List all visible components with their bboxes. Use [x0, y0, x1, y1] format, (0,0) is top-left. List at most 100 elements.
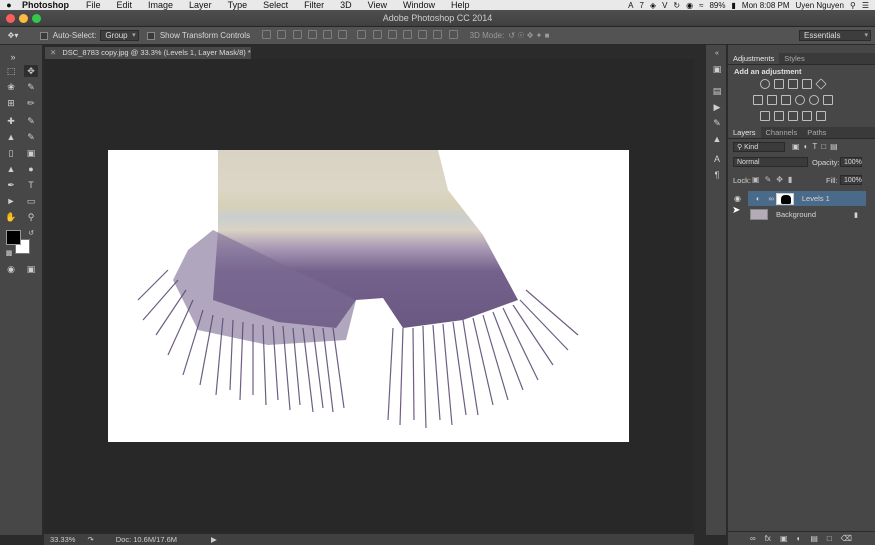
auto-select-dropdown[interactable]: Group [100, 30, 139, 41]
visibility-eye-icon[interactable]: ◉ [734, 194, 741, 203]
clock[interactable]: Mon 8:08 PM [742, 1, 790, 10]
link-layers-icon[interactable]: ∞ [750, 534, 756, 543]
canvas-area[interactable] [44, 59, 694, 533]
layer-filter-dropdown[interactable]: ⚲ Kind [733, 142, 785, 152]
auto-align-icon[interactable] [448, 30, 458, 39]
lasso-tool-icon[interactable]: ❀ [4, 81, 18, 93]
notification-center-icon[interactable]: ☰ [862, 1, 869, 10]
brush-panel-icon[interactable]: ✎ [711, 117, 723, 129]
opacity-field[interactable]: 100% [840, 157, 862, 167]
tab-layers[interactable]: Layers [728, 127, 761, 138]
document-canvas[interactable] [108, 150, 629, 442]
type-tool-icon[interactable]: T [24, 179, 38, 191]
lock-transparent-icon[interactable]: ▣ [752, 175, 765, 184]
user-name[interactable]: Uyen Nguyen [795, 1, 843, 10]
foreground-color-swatch[interactable] [6, 230, 21, 245]
posterize-icon[interactable] [774, 111, 784, 121]
3d-scale-icon[interactable]: ■ [545, 31, 550, 40]
panel-collapse-icon[interactable]: » [6, 51, 20, 63]
layer-name[interactable]: Background [776, 210, 816, 219]
vibrance-icon[interactable] [815, 78, 827, 90]
exposure-icon[interactable] [802, 79, 812, 89]
layer-row-levels[interactable]: ◐ ∞ Levels 1 [748, 191, 866, 206]
align-bottom-icon[interactable] [292, 30, 302, 39]
black-white-icon[interactable] [781, 95, 791, 105]
new-group-icon[interactable]: ▤ [810, 534, 818, 543]
blur-tool-icon[interactable]: ▲ [4, 163, 18, 175]
new-adjustment-icon[interactable]: ◐ [797, 534, 802, 543]
paragraph-icon[interactable]: ¶ [711, 169, 723, 181]
filter-smart-icon[interactable]: ▤ [830, 142, 842, 151]
lock-image-icon[interactable]: ✎ [765, 175, 777, 184]
actions-icon[interactable]: ▶ [711, 101, 723, 113]
bluetooth-icon[interactable]: ◈ [650, 1, 656, 10]
selective-color-icon[interactable] [802, 111, 812, 121]
3d-roll-icon[interactable]: ☉ [517, 31, 524, 40]
filter-pixel-icon[interactable]: ▣ [792, 142, 804, 151]
swap-colors-icon[interactable]: ↺ [24, 227, 38, 239]
distribute-vcenter-icon[interactable] [372, 30, 382, 39]
marquee-tool-icon[interactable]: ⬚ [4, 65, 18, 77]
adobe-icon[interactable]: A [628, 1, 633, 10]
clone-stamp-tool-icon[interactable]: ▲ [4, 131, 18, 143]
eraser-tool-icon[interactable]: ▯ [4, 147, 18, 159]
character-icon[interactable]: A [711, 153, 723, 165]
filter-type-icon[interactable]: T [812, 142, 821, 151]
layer-style-icon[interactable]: fx [765, 534, 771, 543]
blend-mode-dropdown[interactable]: Normal [733, 157, 808, 167]
move-tool-preset-icon[interactable]: ✥▾ [0, 31, 26, 40]
time-machine-icon[interactable]: ◉ [686, 1, 693, 10]
auto-select-checkbox[interactable] [40, 31, 48, 40]
healing-brush-tool-icon[interactable]: ✚ [4, 115, 18, 127]
menu-select[interactable]: Select [255, 0, 296, 10]
lock-all-icon[interactable]: ▮ [788, 175, 797, 184]
menu-help[interactable]: Help [443, 0, 478, 10]
align-left-icon[interactable] [307, 30, 317, 39]
rectangle-tool-icon[interactable]: ▭ [24, 195, 38, 207]
collapse-strip-icon[interactable]: « [711, 47, 723, 59]
quick-mask-icon[interactable]: ◉ [4, 263, 18, 275]
default-colors-icon[interactable]: ▩ [2, 247, 16, 259]
hand-tool-icon[interactable]: ✋ [4, 211, 18, 223]
sync-icon[interactable]: ↻ [673, 1, 680, 10]
brightness-contrast-icon[interactable] [760, 79, 770, 89]
delete-layer-icon[interactable]: ⌫ [841, 534, 852, 543]
menu-window[interactable]: Window [395, 0, 443, 10]
zoom-level[interactable]: 33.33% [50, 535, 75, 544]
fill-field[interactable]: 100% [840, 175, 862, 185]
tab-channels[interactable]: Channels [761, 127, 803, 138]
chain-link-icon[interactable]: ∞ [769, 194, 774, 203]
distribute-top-icon[interactable] [357, 30, 367, 39]
crop-tool-icon[interactable]: ⊞ [4, 97, 18, 109]
screen-mode-icon[interactable]: ▣ [24, 263, 38, 275]
menu-image[interactable]: Image [140, 0, 181, 10]
tab-styles[interactable]: Styles [779, 53, 809, 64]
history-brush-tool-icon[interactable]: ✎ [24, 131, 38, 143]
show-transform-checkbox[interactable] [146, 31, 155, 40]
menu-3d[interactable]: 3D [332, 0, 360, 10]
layer-name[interactable]: Levels 1 [802, 194, 830, 203]
distribute-bottom-icon[interactable] [387, 30, 397, 39]
gradient-tool-icon[interactable]: ▣ [24, 147, 38, 159]
invert-icon[interactable] [760, 111, 770, 121]
path-selection-tool-icon[interactable]: ► [4, 195, 18, 207]
tab-paths[interactable]: Paths [802, 127, 831, 138]
distribute-hcenter-icon[interactable] [418, 30, 428, 39]
curves-icon[interactable] [788, 79, 798, 89]
align-vcenter-icon[interactable] [277, 30, 287, 39]
3d-drag-icon[interactable]: ✥ [527, 31, 534, 40]
brush-tool-icon[interactable]: ✎ [24, 115, 38, 127]
align-hcenter-icon[interactable] [323, 30, 333, 39]
threshold-icon[interactable] [788, 111, 798, 121]
zoom-tool-icon[interactable]: ⚲ [24, 211, 38, 223]
3d-slide-icon[interactable]: ✦ [536, 31, 543, 40]
levels-icon[interactable] [774, 79, 784, 89]
export-icon[interactable]: ↷ [87, 535, 93, 544]
eyedropper-tool-icon[interactable]: ✏ [24, 97, 38, 109]
3d-rotate-icon[interactable]: ↺ [508, 31, 515, 40]
menu-filter[interactable]: Filter [296, 0, 332, 10]
filter-shape-icon[interactable]: □ [821, 142, 830, 151]
align-top-icon[interactable] [262, 30, 272, 39]
menu-layer[interactable]: Layer [181, 0, 220, 10]
dodge-tool-icon[interactable]: ● [24, 163, 38, 175]
